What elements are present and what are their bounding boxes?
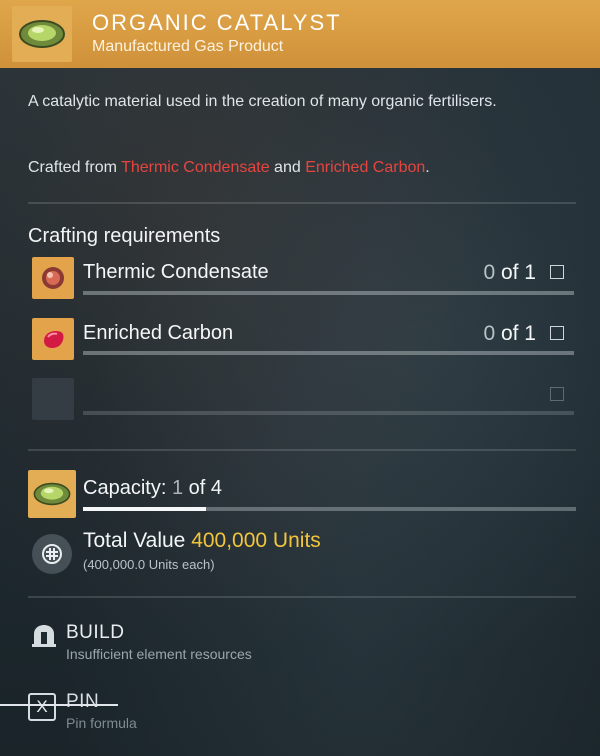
divider	[28, 449, 576, 451]
divider	[28, 596, 576, 598]
item-description: A catalytic material used in the creatio…	[28, 93, 497, 110]
capacity-label: Capacity: 1 of 4	[83, 477, 222, 500]
crafted-suffix: .	[425, 159, 430, 176]
requirement-have: 0	[483, 261, 496, 284]
requirement-progress-track	[83, 411, 574, 415]
capacity-prefix: Capacity:	[83, 477, 172, 499]
pin-hold-progress	[0, 704, 118, 706]
requirement-progress-track	[83, 351, 574, 355]
empty-slot-icon	[32, 378, 74, 420]
requirement-needed: of 1	[495, 261, 536, 284]
capacity-max: of 4	[183, 477, 222, 499]
ingredient-link-thermic-condensate: Thermic Condensate	[121, 159, 270, 176]
divider	[28, 202, 576, 204]
thermic-condensate-icon	[32, 257, 74, 299]
pin-description: Pin formula	[66, 715, 137, 731]
requirement-needed: of 1	[495, 322, 536, 345]
requirement-progress-track	[83, 291, 574, 295]
crafted-from-text: Crafted from Thermic Condensate and Enri…	[28, 159, 430, 177]
build-label: BUILD	[66, 622, 125, 643]
x-key-icon: X	[28, 693, 56, 721]
total-value-amount: 400,000 Units	[191, 529, 321, 552]
crafted-joiner: and	[269, 159, 306, 176]
crafting-requirements-title: Crafting requirements	[28, 225, 221, 247]
build-status: Insufficient element resources	[66, 646, 252, 662]
requirement-checkbox	[550, 265, 564, 279]
capacity-bar-fill	[83, 507, 207, 511]
crafted-prefix: Crafted from	[28, 159, 122, 176]
capacity-current: 1	[171, 477, 184, 499]
requirement-name: Enriched Carbon	[83, 322, 234, 344]
requirement-checkbox	[550, 387, 564, 401]
enriched-carbon-icon	[32, 318, 74, 360]
value-each: (400,000.0 Units each)	[83, 557, 215, 572]
build-icon	[32, 625, 56, 647]
requirement-count: 0 of 1	[483, 261, 536, 285]
units-currency-icon	[32, 534, 72, 574]
item-title: ORGANIC CATALYST	[92, 10, 342, 35]
capacity-bar	[83, 507, 576, 511]
item-category: Manufactured Gas Product	[92, 38, 284, 55]
total-value: Total Value 400,000 Units	[83, 529, 321, 553]
pin-label: PIN	[66, 691, 100, 712]
item-info-panel: ORGANIC CATALYST Manufactured Gas Produc…	[0, 0, 600, 756]
requirement-count: 0 of 1	[483, 322, 536, 346]
green-orb-icon	[28, 470, 76, 518]
requirement-checkbox	[550, 326, 564, 340]
total-value-label: Total Value	[83, 529, 192, 552]
requirement-have: 0	[483, 322, 496, 345]
item-header: ORGANIC CATALYST Manufactured Gas Produc…	[0, 0, 600, 68]
green-orb-icon	[12, 6, 72, 62]
requirement-name: Thermic Condensate	[83, 261, 269, 283]
ingredient-link-enriched-carbon: Enriched Carbon	[305, 159, 426, 176]
